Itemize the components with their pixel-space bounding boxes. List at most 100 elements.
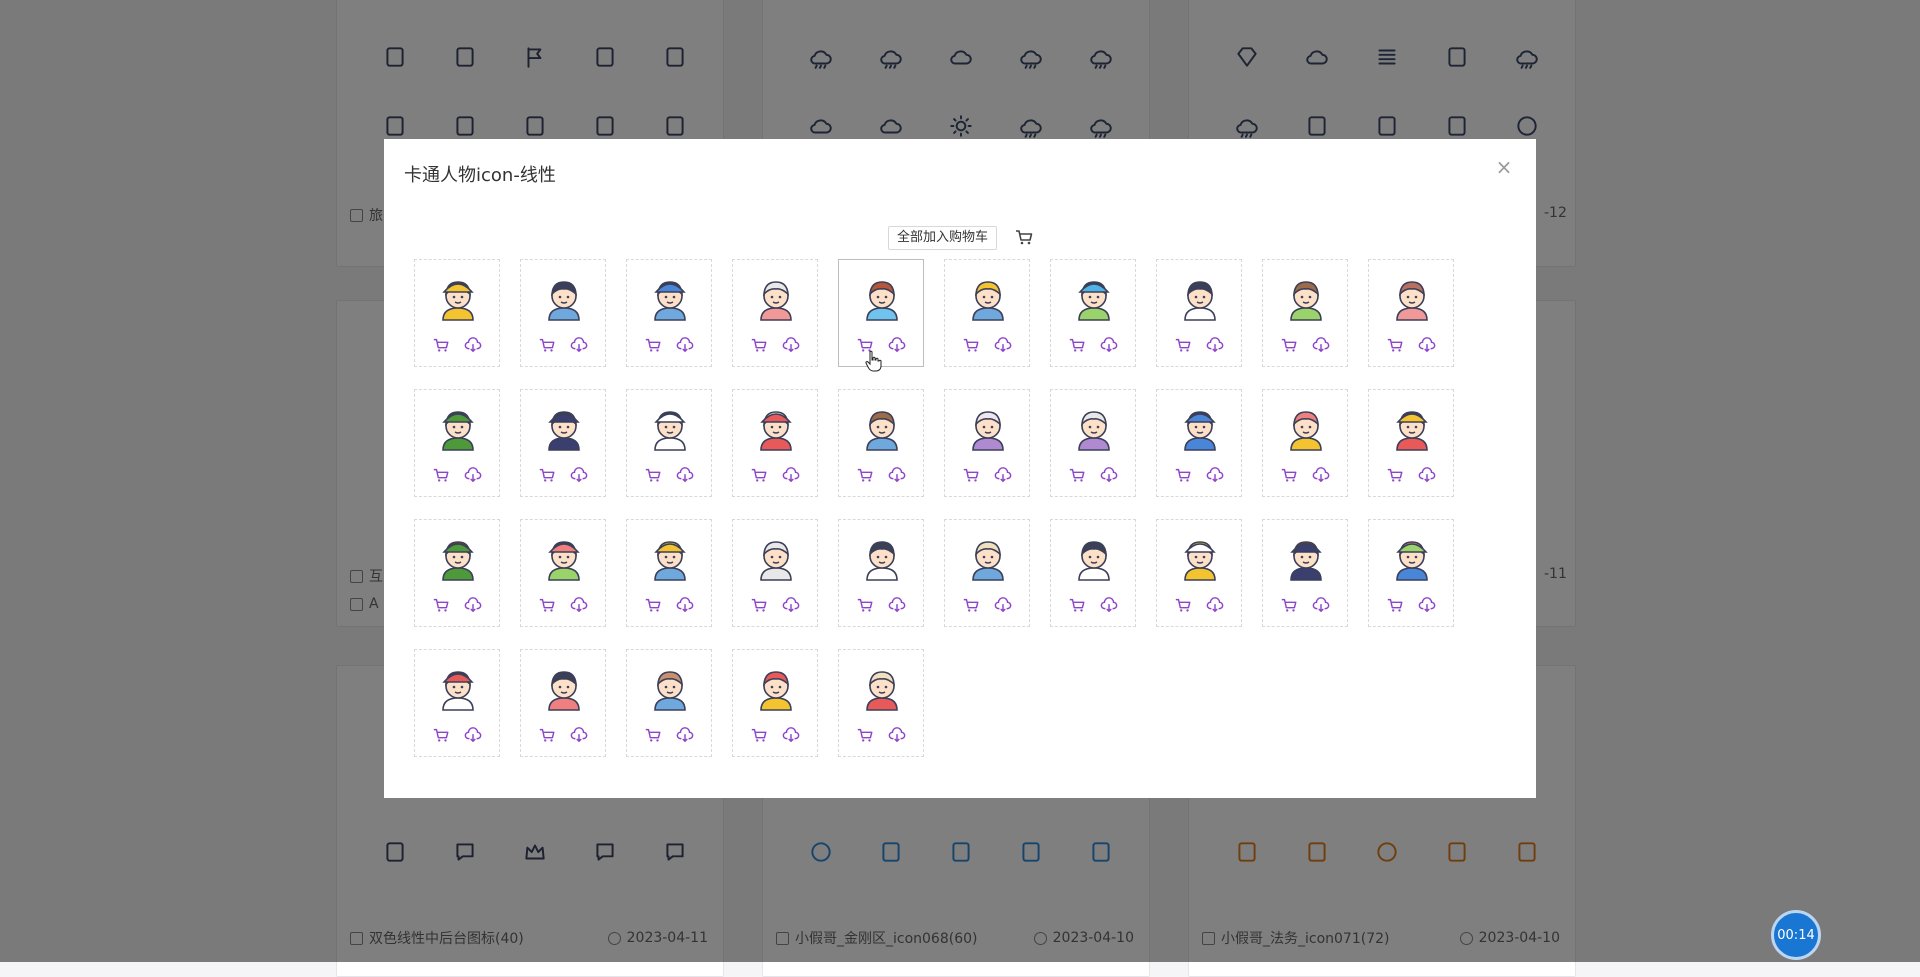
cart-icon[interactable] xyxy=(1014,227,1034,247)
avatar-tile[interactable] xyxy=(626,389,712,497)
avatar-tile[interactable] xyxy=(520,519,606,627)
download-icon[interactable] xyxy=(782,596,802,614)
add-to-cart-icon[interactable] xyxy=(538,466,558,484)
avatar-tile[interactable] xyxy=(1050,389,1136,497)
download-icon[interactable] xyxy=(1312,596,1332,614)
download-icon[interactable] xyxy=(888,336,908,354)
close-icon[interactable]: × xyxy=(1494,157,1514,177)
add-to-cart-icon[interactable] xyxy=(432,336,452,354)
download-icon[interactable] xyxy=(464,466,484,484)
avatar-tile[interactable] xyxy=(1050,259,1136,367)
avatar-tile[interactable] xyxy=(1156,519,1242,627)
add-to-cart-icon[interactable] xyxy=(644,336,664,354)
avatar-tile[interactable] xyxy=(626,649,712,757)
download-icon[interactable] xyxy=(464,596,484,614)
download-icon[interactable] xyxy=(570,336,590,354)
avatar-tile[interactable] xyxy=(414,649,500,757)
download-icon[interactable] xyxy=(570,466,590,484)
download-icon[interactable] xyxy=(994,466,1014,484)
download-icon[interactable] xyxy=(994,336,1014,354)
add-to-cart-icon[interactable] xyxy=(750,466,770,484)
add-to-cart-icon[interactable] xyxy=(538,596,558,614)
add-to-cart-icon[interactable] xyxy=(962,336,982,354)
download-icon[interactable] xyxy=(570,726,590,744)
avatar-tile[interactable] xyxy=(838,519,924,627)
avatar-tile[interactable] xyxy=(732,649,818,757)
add-to-cart-icon[interactable] xyxy=(1068,596,1088,614)
download-icon[interactable] xyxy=(994,596,1014,614)
download-icon[interactable] xyxy=(1312,466,1332,484)
add-to-cart-icon[interactable] xyxy=(962,596,982,614)
avatar-tile[interactable] xyxy=(1262,259,1348,367)
avatar-tile[interactable] xyxy=(1262,389,1348,497)
add-to-cart-icon[interactable] xyxy=(1386,466,1406,484)
add-to-cart-icon[interactable] xyxy=(1174,596,1194,614)
add-to-cart-icon[interactable] xyxy=(538,726,558,744)
download-icon[interactable] xyxy=(676,466,696,484)
add-to-cart-icon[interactable] xyxy=(432,596,452,614)
avatar-tile[interactable] xyxy=(414,389,500,497)
add-to-cart-icon[interactable] xyxy=(432,726,452,744)
avatar-tile[interactable] xyxy=(1368,389,1454,497)
add-to-cart-icon[interactable] xyxy=(1280,466,1300,484)
avatar-tile[interactable] xyxy=(520,649,606,757)
avatar-tile[interactable] xyxy=(1156,259,1242,367)
download-icon[interactable] xyxy=(1418,466,1438,484)
add-to-cart-icon[interactable] xyxy=(856,466,876,484)
download-icon[interactable] xyxy=(1100,466,1120,484)
add-to-cart-icon[interactable] xyxy=(1068,466,1088,484)
add-to-cart-icon[interactable] xyxy=(750,596,770,614)
add-to-cart-icon[interactable] xyxy=(856,596,876,614)
download-icon[interactable] xyxy=(1312,336,1332,354)
avatar-tile[interactable] xyxy=(414,519,500,627)
add-to-cart-icon[interactable] xyxy=(1068,336,1088,354)
add-to-cart-icon[interactable] xyxy=(1174,336,1194,354)
timer-badge[interactable]: 00:14 xyxy=(1771,910,1821,960)
download-icon[interactable] xyxy=(1418,596,1438,614)
avatar-tile[interactable] xyxy=(944,259,1030,367)
avatar-tile[interactable] xyxy=(1368,519,1454,627)
avatar-tile[interactable] xyxy=(944,519,1030,627)
avatar-tile[interactable] xyxy=(838,389,924,497)
download-icon[interactable] xyxy=(888,466,908,484)
avatar-tile[interactable] xyxy=(944,389,1030,497)
add-to-cart-icon[interactable] xyxy=(1174,466,1194,484)
avatar-tile[interactable] xyxy=(626,519,712,627)
download-icon[interactable] xyxy=(782,336,802,354)
avatar-tile[interactable] xyxy=(1262,519,1348,627)
add-to-cart-icon[interactable] xyxy=(962,466,982,484)
add-to-cart-icon[interactable] xyxy=(644,726,664,744)
avatar-tile[interactable] xyxy=(838,649,924,757)
avatar-tile[interactable] xyxy=(520,389,606,497)
add-to-cart-icon[interactable] xyxy=(1386,596,1406,614)
download-icon[interactable] xyxy=(676,596,696,614)
avatar-tile[interactable] xyxy=(732,519,818,627)
download-icon[interactable] xyxy=(464,336,484,354)
avatar-tile[interactable] xyxy=(520,259,606,367)
download-icon[interactable] xyxy=(888,726,908,744)
download-icon[interactable] xyxy=(1418,336,1438,354)
add-to-cart-icon[interactable] xyxy=(750,726,770,744)
download-icon[interactable] xyxy=(676,726,696,744)
add-to-cart-icon[interactable] xyxy=(644,466,664,484)
download-icon[interactable] xyxy=(1206,596,1226,614)
avatar-tile[interactable] xyxy=(1156,389,1242,497)
add-to-cart-icon[interactable] xyxy=(1386,336,1406,354)
add-to-cart-icon[interactable] xyxy=(644,596,664,614)
download-icon[interactable] xyxy=(782,726,802,744)
download-icon[interactable] xyxy=(888,596,908,614)
add-to-cart-icon[interactable] xyxy=(750,336,770,354)
avatar-tile[interactable] xyxy=(1368,259,1454,367)
avatar-tile[interactable] xyxy=(626,259,712,367)
avatar-tile[interactable] xyxy=(414,259,500,367)
download-icon[interactable] xyxy=(676,336,696,354)
download-icon[interactable] xyxy=(1100,596,1120,614)
add-to-cart-icon[interactable] xyxy=(1280,336,1300,354)
avatar-tile[interactable] xyxy=(732,389,818,497)
avatar-tile[interactable] xyxy=(1050,519,1136,627)
add-to-cart-icon[interactable] xyxy=(538,336,558,354)
download-icon[interactable] xyxy=(1100,336,1120,354)
avatar-tile[interactable] xyxy=(732,259,818,367)
download-icon[interactable] xyxy=(570,596,590,614)
download-icon[interactable] xyxy=(464,726,484,744)
